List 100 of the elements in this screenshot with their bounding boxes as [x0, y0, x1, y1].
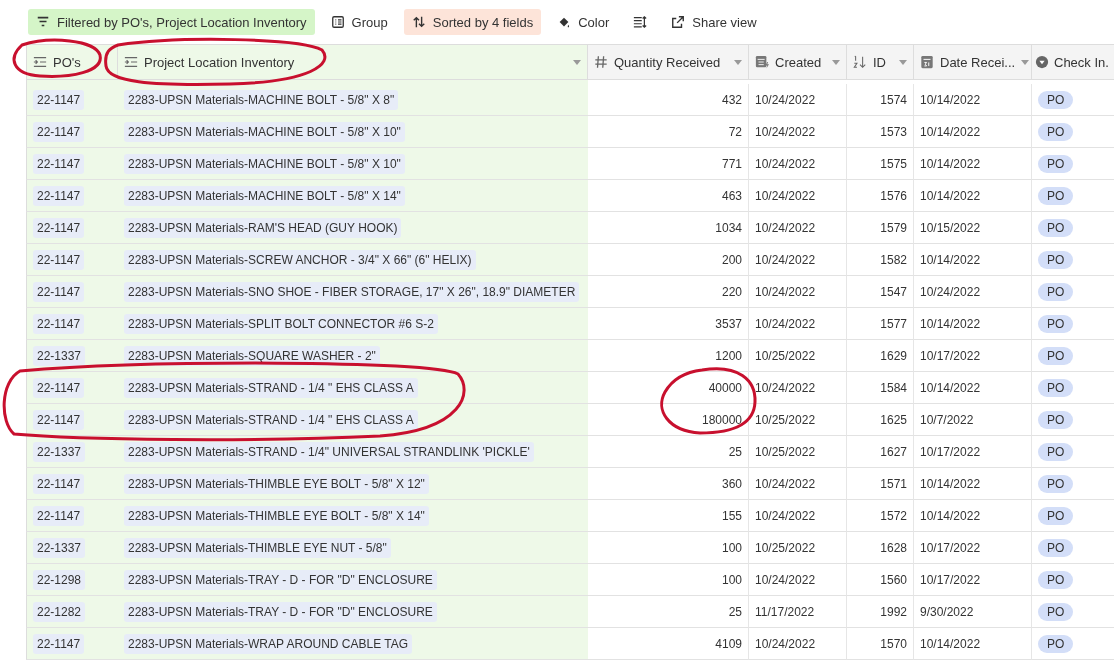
linked-record-chip[interactable]: 2283-UPSN Materials-SPLIT BOLT CONNECTOR #6 S-2 — [124, 313, 438, 334]
table-cell: 10/24/2022 — [755, 380, 816, 395]
caret-icon[interactable] — [899, 59, 907, 65]
table-cell: 360 — [721, 476, 742, 491]
table-cell: 10/24/2022 — [755, 572, 816, 587]
linked-record-chip[interactable]: 2283-UPSN Materials-TRAY - D - FOR "D" ENCLOSURE — [124, 601, 437, 622]
table-cell: 1560 — [880, 572, 907, 587]
table-cell: 10/14/2022 — [920, 252, 981, 267]
row-height-icon — [633, 15, 648, 29]
linked-record-chip[interactable]: 22-1147 — [33, 505, 85, 526]
column-header[interactable]: Date Recei... — [914, 44, 1032, 80]
column-header[interactable]: Check In. — [1032, 44, 1114, 80]
table-cell: 10/24/2022 — [755, 124, 816, 139]
status-tag: PO — [1038, 602, 1074, 621]
linked-record-chip[interactable]: 22-1337 — [33, 441, 86, 462]
status-tag: PO — [1038, 570, 1074, 589]
list-icon — [330, 15, 345, 29]
table-cell: 10/25/2022 — [755, 348, 816, 363]
table-cell: 10/17/2022 — [920, 444, 981, 459]
table-cell: 1575 — [880, 156, 907, 171]
linked-record-chip[interactable]: 2283-UPSN Materials-MACHINE BOLT - 5/8" X 14" — [124, 185, 405, 206]
caret-icon[interactable] — [1021, 59, 1030, 65]
linked-record-chip[interactable]: 2283-UPSN Materials-SCREW ANCHOR - 3/4" X 66" (6" HELIX) — [124, 249, 476, 270]
linked-record-chip[interactable]: 22-1147 — [33, 281, 85, 302]
table-cell: 1584 — [880, 380, 907, 395]
table-cell: 1200 — [715, 348, 742, 363]
color-button[interactable]: Color — [549, 9, 618, 35]
table-cell: 10/14/2022 — [920, 636, 981, 651]
linked-record-chip[interactable]: 2283-UPSN Materials-WRAP AROUND CABLE TAG — [124, 633, 413, 654]
caret-icon[interactable] — [734, 59, 742, 65]
linked-record-chip[interactable]: 22-1147 — [33, 153, 85, 174]
table-cell: 3537 — [715, 316, 742, 331]
status-tag: PO — [1038, 538, 1074, 557]
linked-record-chip[interactable]: 22-1147 — [33, 409, 85, 430]
linked-record-chip[interactable]: 22-1147 — [33, 313, 85, 334]
table-cell: 25 — [728, 604, 742, 619]
share-button[interactable]: Share view — [663, 9, 765, 35]
linked-record-chip[interactable]: 2283-UPSN Materials-THIMBLE EYE NUT - 5/8" — [124, 537, 391, 558]
linked-record-chip[interactable]: 22-1337 — [33, 537, 86, 558]
linked-record-chip[interactable]: 2283-UPSN Materials-MACHINE BOLT - 5/8" X 8" — [124, 89, 399, 110]
table-cell: 200 — [721, 252, 742, 267]
column-header[interactable]: Project Location Inventory — [118, 44, 588, 80]
linked-record-chip[interactable]: 22-1147 — [33, 633, 85, 654]
linked-record-chip[interactable]: 22-1282 — [33, 601, 86, 622]
status-tag: PO — [1038, 90, 1074, 109]
column-header[interactable]: Quantity Received — [588, 44, 749, 80]
status-tag: PO — [1038, 634, 1074, 653]
linked-record-chip[interactable]: 2283-UPSN Materials-SQUARE WASHER - 2" — [124, 345, 380, 366]
linked-record-chip[interactable]: 22-1147 — [33, 89, 85, 110]
table-cell: 10/14/2022 — [920, 188, 981, 203]
paint-bucket-icon — [557, 15, 572, 29]
status-tag: PO — [1038, 314, 1074, 333]
caret-icon[interactable] — [573, 59, 581, 65]
table-cell: 1572 — [880, 508, 907, 523]
status-tag: PO — [1038, 378, 1074, 397]
linked-record-chip[interactable]: 22-1147 — [33, 473, 85, 494]
column-header[interactable]: Created — [749, 44, 847, 80]
table-cell: 10/24/2022 — [755, 636, 816, 651]
table-cell: 1629 — [880, 348, 907, 363]
linked-record-chip[interactable]: 2283-UPSN Materials-STRAND - 1/4" UNIVERSAL STRANDLINK 'PICKLE' — [124, 441, 534, 462]
filter-icon — [36, 15, 50, 29]
table-cell: 10/15/2022 — [920, 220, 981, 235]
table-cell: 155 — [721, 508, 742, 523]
hash-icon — [594, 55, 608, 69]
linked-record-chip[interactable]: 2283-UPSN Materials-SNO SHOE - FIBER STORAGE, 17" X 26", 18.9" DIAMETER — [124, 281, 580, 302]
linked-record-chip[interactable]: 2283-UPSN Materials-TRAY - D - FOR "D" ENCLOSURE — [124, 569, 437, 590]
linked-record-chip[interactable]: 2283-UPSN Materials-RAM'S HEAD (GUY HOOK) — [124, 217, 402, 238]
linked-record-chip[interactable]: 22-1147 — [33, 185, 85, 206]
table-cell: 10/24/2022 — [755, 316, 816, 331]
linked-record-chip[interactable]: 2283-UPSN Materials-THIMBLE EYE BOLT - 5/8" X 12" — [124, 473, 429, 494]
linked-record-chip[interactable]: 2283-UPSN Materials-THIMBLE EYE BOLT - 5/8" X 14" — [124, 505, 429, 526]
group-button[interactable]: Group — [322, 9, 396, 35]
table-cell: 1582 — [880, 252, 907, 267]
table-cell: 463 — [721, 188, 742, 203]
status-tag: PO — [1038, 410, 1074, 429]
linked-record-chip[interactable]: 22-1147 — [33, 121, 85, 142]
linked-record-chip[interactable]: 2283-UPSN Materials-STRAND - 1/4 " EHS CLASS A — [124, 409, 418, 430]
table-cell: 10/25/2022 — [755, 540, 816, 555]
linked-record-chip[interactable]: 22-1147 — [33, 377, 85, 398]
linked-record-chip[interactable]: 2283-UPSN Materials-STRAND - 1/4 " EHS CLASS A — [124, 377, 418, 398]
table-cell: 10/24/2022 — [920, 284, 981, 299]
filter-button[interactable]: Filtered by PO's, Project Location Inventory — [28, 9, 315, 35]
status-tag: PO — [1038, 282, 1074, 301]
table-cell: 10/24/2022 — [755, 476, 816, 491]
number-sort-icon — [853, 55, 867, 69]
linked-record-chip[interactable]: 2283-UPSN Materials-MACHINE BOLT - 5/8" X 10" — [124, 121, 405, 142]
linked-record-chip[interactable]: 22-1337 — [33, 345, 86, 366]
linked-record-chip[interactable]: 22-1147 — [33, 217, 85, 238]
caret-icon[interactable] — [832, 59, 840, 65]
table-cell: 10/24/2022 — [755, 252, 816, 267]
sort-button[interactable]: Sorted by 4 fields — [403, 9, 542, 35]
table-cell: 1570 — [880, 636, 907, 651]
linked-record-chip[interactable]: 22-1147 — [33, 249, 85, 270]
status-tag: PO — [1038, 474, 1074, 493]
table-cell: 1576 — [880, 188, 907, 203]
table-cell: 10/25/2022 — [755, 444, 816, 459]
linked-record-chip[interactable]: 2283-UPSN Materials-MACHINE BOLT - 5/8" X 10" — [124, 153, 405, 174]
column-header[interactable]: ID — [847, 44, 914, 80]
linked-record-chip[interactable]: 22-1298 — [33, 569, 86, 590]
share-icon — [671, 15, 686, 29]
